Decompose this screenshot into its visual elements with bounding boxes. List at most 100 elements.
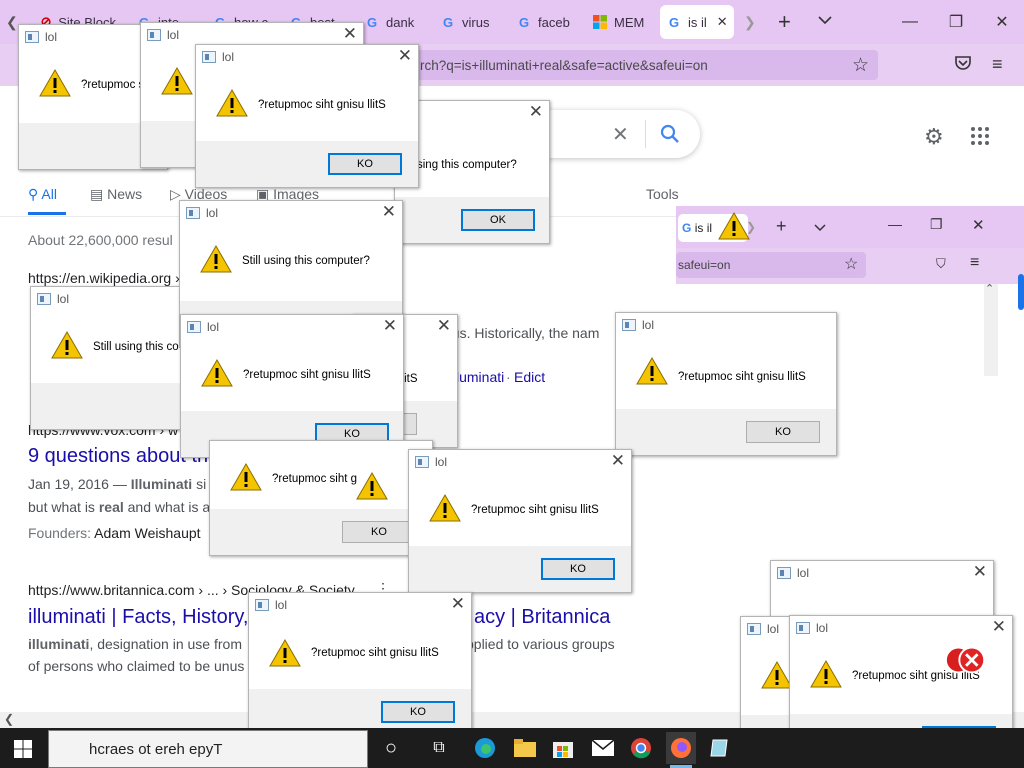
file-explorer-icon[interactable]	[512, 736, 538, 760]
warning-icon	[810, 660, 842, 688]
tab-all[interactable]: ⚲ All	[28, 186, 57, 203]
task-view-icon[interactable]: ⧉	[426, 736, 452, 760]
store-icon[interactable]	[550, 736, 576, 760]
dialog-title: lol	[797, 566, 810, 580]
dialog-message: Still using this computer?	[242, 255, 370, 267]
pocket-icon[interactable]	[954, 55, 972, 76]
result-link[interactable]: luminati	[456, 369, 504, 385]
address-bar[interactable]: safeui=on	[676, 252, 866, 278]
maximize-button[interactable]: ❐	[936, 8, 976, 36]
tools-button[interactable]: Tools	[646, 186, 679, 202]
warning-icon	[161, 67, 193, 95]
alert-dialog[interactable]: lol✕ ?retupmoc siht gnisu llitS KO	[248, 592, 472, 736]
windows-icon	[14, 740, 32, 758]
minimize-button[interactable]: —	[890, 8, 930, 36]
notepad-icon[interactable]	[706, 736, 732, 760]
tab-list-button[interactable]	[818, 12, 832, 28]
dialog-close-icon[interactable]: ✕	[973, 562, 987, 582]
alert-dialog[interactable]: lol✕ ?retupmoc siht gnisu llitS KO	[408, 449, 632, 593]
warning-icon	[216, 89, 248, 117]
taskbar-search-input[interactable]: hcraes ot ereh epyT	[48, 730, 368, 768]
ko-button[interactable]: KO	[342, 521, 416, 543]
close-button[interactable]: ✕	[982, 8, 1022, 36]
chrome-icon[interactable]	[628, 736, 654, 760]
tab-mem[interactable]: MEM	[592, 5, 652, 39]
dialog-message: ?retupmoc siht gnisu llitS	[678, 371, 806, 383]
tab-news[interactable]: ▤ News	[90, 186, 142, 203]
menu-icon[interactable]: ≡	[992, 54, 1003, 75]
close-button[interactable]: ✕	[972, 216, 985, 234]
dialog-close-icon[interactable]: ✕	[382, 202, 396, 222]
result-title[interactable]: illuminati | Facts, History,	[28, 606, 248, 629]
result-snippet: but what is real and what is a	[28, 499, 211, 515]
alert-dialog[interactable]: lol Still using this co	[30, 286, 186, 430]
search-icon[interactable]	[660, 124, 680, 149]
ok-button[interactable]: OK	[461, 209, 535, 231]
new-tab-button[interactable]: +	[778, 9, 791, 35]
alert-dialog[interactable]: lol✕ ?retupmoc siht gnisu llitS KO	[195, 44, 419, 188]
tab-scroll-left-icon[interactable]: ❮	[6, 14, 18, 31]
cortana-icon[interactable]: ○	[378, 736, 404, 760]
tab-close-icon[interactable]: ✕	[717, 14, 728, 30]
window-app-icon	[147, 29, 161, 41]
tab-is-illuminati-active[interactable]: G is il ✕	[660, 5, 734, 39]
window-app-icon	[25, 31, 39, 43]
window-app-icon	[622, 319, 636, 331]
dialog-close-icon[interactable]: ✕	[398, 46, 412, 66]
edge-icon[interactable]	[472, 736, 498, 760]
dialog-close-icon[interactable]: ✕	[529, 102, 543, 122]
news-icon: ▤	[90, 186, 104, 202]
dialog-title: lol	[206, 206, 219, 220]
tab-dank[interactable]: G dank	[364, 5, 422, 39]
firefox-icon[interactable]	[666, 732, 696, 764]
maximize-button[interactable]: ❐	[930, 216, 943, 233]
minimize-button[interactable]: —	[888, 216, 902, 232]
result-link[interactable]: Edict	[514, 369, 545, 385]
dialog-title: lol	[167, 28, 180, 42]
bookmark-star-icon[interactable]: ☆	[852, 54, 869, 77]
dialog-close-icon[interactable]: ✕	[451, 594, 465, 614]
warning-icon	[39, 69, 71, 97]
tab-facebook[interactable]: G faceb	[516, 5, 576, 39]
dialog-message: sing this computer?	[417, 159, 517, 171]
warning-icon	[230, 463, 262, 491]
ko-button[interactable]: KO	[746, 421, 820, 443]
pocket-icon[interactable]: ⛉	[936, 256, 946, 272]
dialog-message: ?retupmoc siht g	[272, 473, 358, 485]
mail-icon[interactable]	[590, 736, 616, 760]
dialog-title: lol	[642, 318, 655, 332]
warning-icon	[200, 245, 232, 273]
dialog-close-icon[interactable]: ✕	[611, 451, 625, 471]
result-cite[interactable]: https://en.wikipedia.org ›	[28, 270, 180, 286]
new-tab-button[interactable]: +	[776, 216, 787, 237]
tab-scroll-right-icon[interactable]: ❯	[744, 14, 756, 31]
ko-button[interactable]: KO	[381, 701, 455, 723]
menu-icon[interactable]: ≡	[970, 254, 979, 272]
alert-dialog[interactable]: lol✕ ?retupmoc siht gnisu llitS KO	[180, 314, 404, 458]
chevron-down-icon[interactable]	[814, 219, 826, 237]
side-indicator	[1018, 274, 1024, 310]
apps-grid-icon[interactable]	[970, 126, 990, 151]
dialog-close-icon[interactable]: ✕	[383, 316, 397, 336]
dialog-title: lol	[207, 320, 220, 334]
bookmark-star-icon[interactable]: ☆	[844, 254, 858, 274]
result-snippet: of persons who claimed to be unus	[28, 658, 245, 674]
alert-dialog[interactable]: ?retupmoc siht g KO	[209, 440, 433, 556]
clear-search-icon[interactable]: ✕	[612, 122, 629, 147]
dialog-close-icon[interactable]: ✕	[437, 316, 451, 336]
dialog-title: lol	[275, 598, 288, 612]
error-icon	[944, 646, 986, 674]
tab-virus[interactable]: G virus	[440, 5, 496, 39]
settings-gear-icon[interactable]: ⚙	[924, 124, 944, 150]
result-title[interactable]: acy | Britannica	[474, 606, 610, 629]
warning-icon	[636, 357, 668, 385]
dialog-close-icon[interactable]: ✕	[343, 24, 357, 44]
ok-button[interactable]: KO	[328, 153, 402, 175]
scroll-up-arrow-icon[interactable]: ⌃	[985, 282, 994, 295]
alert-dialog[interactable]: lol ?retupmoc siht gnisu llitS KO	[615, 312, 837, 456]
scroll-left-arrow-icon[interactable]: ❮	[4, 712, 14, 726]
vertical-scrollbar[interactable]	[984, 284, 998, 376]
ko-button[interactable]: KO	[541, 558, 615, 580]
dialog-close-icon[interactable]: ✕	[992, 617, 1006, 637]
start-button[interactable]	[14, 740, 32, 763]
